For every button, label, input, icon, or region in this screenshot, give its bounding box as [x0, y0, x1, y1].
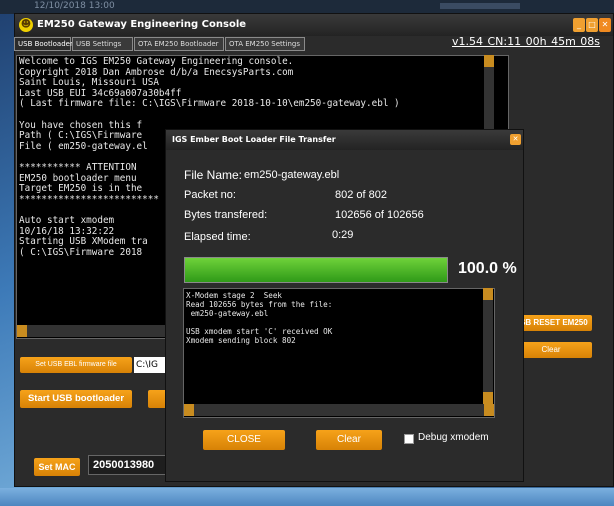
debug-xmodem-checkbox[interactable]: [404, 434, 414, 444]
scroll-up-icon[interactable]: [483, 288, 493, 300]
tab-usb-settings[interactable]: USB Settings: [72, 37, 133, 51]
dialog-log-text: X-Modem stage 2 Seek Read 102656 bytes f…: [186, 291, 333, 345]
scroll-left-icon[interactable]: [184, 404, 194, 416]
dialog-title-bar: IGS Ember Boot Loader File Transfer ✕: [166, 130, 523, 150]
scroll-right-icon[interactable]: [484, 404, 494, 416]
file-name-label: File Name:: [184, 168, 243, 182]
progress-fill: [185, 258, 447, 282]
desktop-strip-block: [440, 3, 520, 9]
desktop-strip: 12/10/2018 13:00: [0, 0, 614, 14]
smiley-icon: ☻: [19, 18, 33, 32]
start-bootloader-button[interactable]: Start USB bootloader: [20, 390, 132, 408]
file-name-value: em250-gateway.ebl: [244, 169, 340, 181]
tab-usb-bootloader[interactable]: USB Bootloader: [14, 37, 73, 51]
taskbar: [0, 488, 614, 506]
tab-ota-bootloader[interactable]: OTA EM250 Bootloader: [134, 37, 224, 51]
progress-percent: 100.0 %: [458, 260, 517, 277]
dialog-log: X-Modem stage 2 Seek Read 102656 bytes f…: [183, 288, 495, 418]
scroll-up-icon[interactable]: [484, 55, 494, 67]
status-readout: v1.54 CN:11 00h 45m 08s: [452, 35, 601, 48]
clear-log-button[interactable]: Clear: [316, 430, 382, 450]
dialog-close-icon[interactable]: ✕: [510, 134, 521, 145]
set-mac-button[interactable]: Set MAC: [34, 458, 80, 476]
packet-value: 802 of 802: [335, 189, 387, 201]
elapsed-label: Elapsed time:: [184, 231, 251, 243]
progress-bar: [184, 257, 448, 283]
bytes-label: Bytes transfered:: [184, 209, 268, 221]
packet-label: Packet no:: [184, 189, 236, 201]
dialog-log-vertical-scrollbar[interactable]: [483, 288, 493, 404]
scroll-left-icon[interactable]: [17, 325, 27, 337]
close-icon[interactable]: ✕: [599, 18, 611, 32]
minimize-icon[interactable]: _: [573, 18, 585, 32]
debug-xmodem-label: Debug xmodem: [418, 432, 489, 443]
desktop-text: 12/10/2018 13:00: [34, 1, 115, 11]
bytes-value: 102656 of 102656: [335, 209, 424, 221]
elapsed-value: 0:29: [332, 229, 354, 241]
dialog-title: IGS Ember Boot Loader File Transfer: [172, 135, 336, 144]
close-button[interactable]: CLOSE: [203, 430, 285, 450]
maximize-icon[interactable]: □: [586, 18, 598, 32]
dialog-log-horizontal-scrollbar[interactable]: [184, 404, 494, 416]
scroll-down-icon[interactable]: [483, 392, 493, 404]
tab-ota-settings[interactable]: OTA EM250 Settings: [225, 37, 305, 51]
title-bar: ☻ EM250 Gateway Engineering Console _ □ …: [15, 14, 613, 36]
window-title: EM250 Gateway Engineering Console: [37, 19, 247, 30]
set-ebl-file-button[interactable]: Set USB EBL firmware file: [20, 357, 132, 373]
